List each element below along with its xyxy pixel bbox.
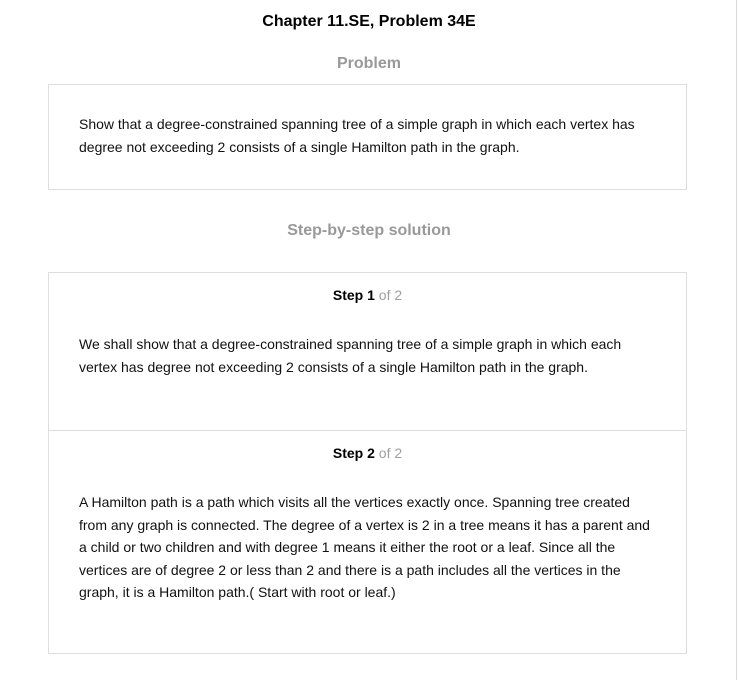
step-2: Step 2 of 2 A Hamilton path is a path wh… <box>49 431 686 653</box>
step-1-text: We shall show that a degree-constrained … <box>79 336 622 375</box>
step-1-label: Step 1 of 2 <box>49 286 686 304</box>
step-2-label: Step 2 of 2 <box>49 444 686 462</box>
solution-heading: Step-by-step solution <box>287 222 451 239</box>
step-1-number: 1 <box>367 287 375 303</box>
step-2-text: A Hamilton path is a path which visits a… <box>79 494 650 600</box>
problem-heading: Problem <box>336 55 401 72</box>
step-1: Step 1 of 2 We shall show that a degree-… <box>49 273 686 431</box>
step-1-of-total: of 2 <box>378 287 403 303</box>
step-2-of-total: of 2 <box>378 445 403 461</box>
chapter-title: Chapter 11.SE, Problem 34E <box>262 13 476 30</box>
solution-steps-box: Step 1 of 2 We shall show that a degree-… <box>48 272 687 654</box>
problem-box: Show that a degree-constrained spanning … <box>48 84 687 190</box>
step-1-word: Step <box>332 287 364 303</box>
page-right-border <box>736 0 737 680</box>
step-2-number: 2 <box>367 445 375 461</box>
problem-text: Show that a degree-constrained spanning … <box>79 116 635 155</box>
step-2-word: Step <box>332 445 364 461</box>
